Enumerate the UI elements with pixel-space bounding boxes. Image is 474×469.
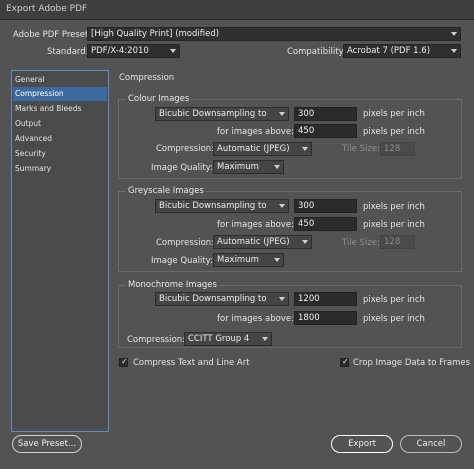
monochrome-sampling-value: Bicubic Downsampling to	[159, 294, 267, 304]
greyscale-quality-value: Maximum	[217, 255, 259, 265]
greyscale-images-title: Greyscale Images	[126, 186, 206, 196]
crop-image-label: Crop Image Data to Frames	[353, 358, 471, 368]
sidebar-item-general[interactable]: General	[13, 73, 107, 87]
page-title: Compression	[119, 73, 175, 83]
colour-compression-label: Compression:	[156, 144, 215, 154]
colour-above-input[interactable]: 450	[294, 124, 357, 138]
colour-quality-label: Image Quality:	[151, 163, 213, 173]
greyscale-tile-input[interactable]: 128	[380, 235, 415, 249]
greyscale-tile-label: Tile Size:	[342, 238, 380, 248]
chevron-down-icon	[170, 49, 176, 53]
greyscale-above-unit: pixels per inch	[363, 220, 425, 230]
colour-above-label: for images above:	[217, 127, 294, 137]
chevron-down-icon	[451, 32, 457, 36]
colour-compression-dropdown[interactable]: Automatic (JPEG)	[213, 142, 312, 156]
colour-quality-value: Maximum	[217, 162, 259, 172]
crop-image-checkbox[interactable]: ✓	[340, 357, 349, 367]
preset-dropdown[interactable]: [High Quality Print] (modified)	[87, 27, 461, 41]
chevron-down-icon	[262, 337, 268, 341]
monochrome-sampling-dropdown[interactable]: Bicubic Downsampling to	[155, 292, 289, 306]
greyscale-compression-label: Compression:	[156, 238, 215, 248]
sidebar-item-advanced[interactable]: Advanced	[13, 132, 107, 146]
standard-value: PDF/X-4:2010	[91, 46, 149, 56]
greyscale-compression-value: Automatic (JPEG)	[217, 237, 290, 247]
standard-label: Standard:	[47, 47, 89, 57]
greyscale-above-label: for images above:	[217, 220, 294, 230]
compress-text-checkbox[interactable]: ✓	[119, 357, 128, 367]
monochrome-above-input[interactable]: 1800	[294, 311, 357, 325]
sidebar-item-marks-and-bleeds[interactable]: Marks and Bleeds	[13, 102, 107, 116]
chevron-down-icon	[279, 112, 285, 116]
chevron-down-icon	[274, 165, 280, 169]
export-button[interactable]: Export	[331, 435, 393, 453]
compatibility-dropdown[interactable]: Acrobat 7 (PDF 1.6)	[343, 44, 461, 58]
window-title: Export Adobe PDF	[6, 4, 88, 14]
compatibility-label: Compatibility:	[287, 47, 346, 57]
colour-ppi-input[interactable]: 300	[294, 107, 357, 121]
checkmark-icon: ✓	[121, 357, 128, 366]
greyscale-quality-dropdown[interactable]: Maximum	[213, 253, 284, 267]
greyscale-above-input[interactable]: 450	[294, 217, 357, 231]
monochrome-above-unit: pixels per inch	[363, 314, 425, 324]
monochrome-compression-dropdown[interactable]: CCITT Group 4	[184, 332, 272, 346]
greyscale-ppi-input[interactable]: 300	[294, 199, 357, 213]
cancel-button[interactable]: Cancel	[400, 435, 462, 453]
greyscale-compression-dropdown[interactable]: Automatic (JPEG)	[213, 235, 312, 249]
chevron-down-icon	[302, 240, 308, 244]
colour-compression-value: Automatic (JPEG)	[217, 144, 290, 154]
chevron-down-icon	[451, 49, 457, 53]
greyscale-sampling-dropdown[interactable]: Bicubic Downsampling to	[155, 199, 289, 213]
chevron-down-icon	[274, 258, 280, 262]
compress-text-label: Compress Text and Line Art	[133, 358, 250, 368]
compatibility-value: Acrobat 7 (PDF 1.6)	[347, 46, 431, 56]
colour-tile-input[interactable]: 128	[380, 142, 415, 156]
greyscale-sampling-value: Bicubic Downsampling to	[159, 201, 267, 211]
preset-value: [High Quality Print] (modified)	[91, 29, 220, 39]
colour-images-title: Colour Images	[126, 94, 192, 104]
chevron-down-icon	[279, 204, 285, 208]
chevron-down-icon	[302, 147, 308, 151]
colour-above-unit: pixels per inch	[363, 127, 425, 137]
title-bar: Export Adobe PDF	[0, 0, 474, 20]
preset-label: Adobe PDF Preset:	[13, 30, 92, 40]
monochrome-ppi-input[interactable]: 1200	[294, 292, 357, 306]
sidebar-item-output[interactable]: Output	[13, 117, 107, 131]
colour-sampling-value: Bicubic Downsampling to	[159, 109, 267, 119]
colour-ppi-unit: pixels per inch	[363, 109, 425, 119]
colour-quality-dropdown[interactable]: Maximum	[213, 160, 284, 174]
sidebar-item-summary[interactable]: Summary	[13, 162, 107, 176]
chevron-down-icon	[279, 297, 285, 301]
monochrome-above-label: for images above:	[217, 314, 294, 324]
checkmark-icon: ✓	[342, 357, 349, 366]
colour-tile-label: Tile Size:	[342, 144, 380, 154]
colour-sampling-dropdown[interactable]: Bicubic Downsampling to	[155, 107, 289, 121]
monochrome-compression-value: CCITT Group 4	[188, 334, 250, 344]
sidebar: General Compression Marks and Bleeds Out…	[11, 70, 109, 432]
greyscale-ppi-unit: pixels per inch	[363, 202, 425, 212]
save-preset-button[interactable]: Save Preset...	[12, 435, 82, 453]
greyscale-quality-label: Image Quality:	[151, 256, 213, 266]
monochrome-compression-label: Compression:	[127, 335, 186, 345]
standard-dropdown[interactable]: PDF/X-4:2010	[87, 44, 180, 58]
sidebar-item-security[interactable]: Security	[13, 147, 107, 161]
monochrome-ppi-unit: pixels per inch	[363, 295, 425, 305]
monochrome-images-title: Monochrome Images	[126, 280, 219, 290]
sidebar-item-compression[interactable]: Compression	[13, 87, 107, 101]
